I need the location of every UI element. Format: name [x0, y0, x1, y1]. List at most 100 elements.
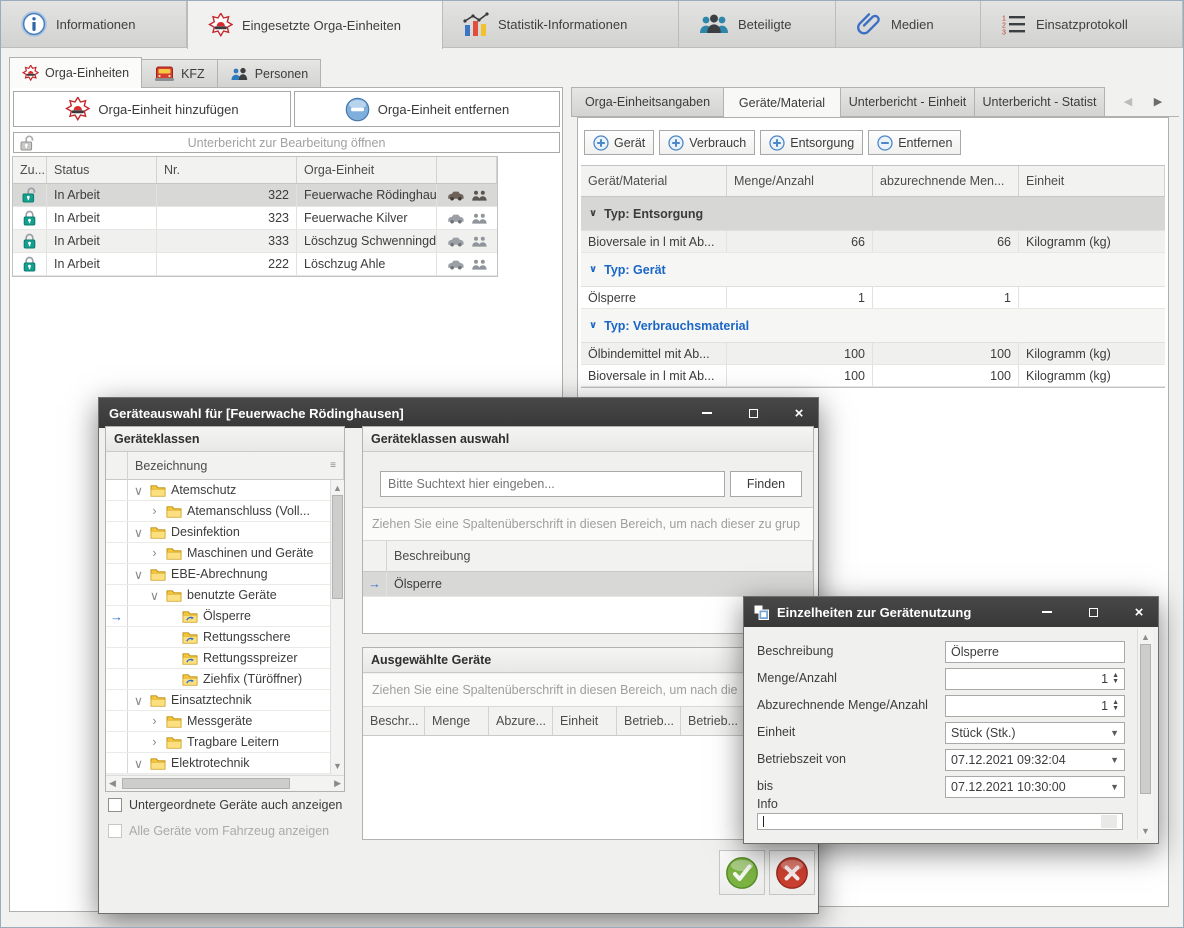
- main-tab-medien[interactable]: Medien: [836, 1, 981, 47]
- minimize-icon[interactable]: [1028, 597, 1066, 627]
- add-orga-unit-button[interactable]: Orga-Einheit hinzufügen: [13, 91, 291, 127]
- collapse-icon[interactable]: ∨: [132, 483, 145, 498]
- expand-icon[interactable]: ›: [148, 735, 161, 749]
- group-row-typ-entsorgung[interactable]: ∨Typ: Entsorgung: [581, 197, 1165, 231]
- column-header[interactable]: [437, 157, 497, 183]
- main-tab-informationen[interactable]: Informationen: [1, 1, 187, 47]
- column-header[interactable]: Gerät/Material: [581, 166, 727, 196]
- detail-tab-unterbericht-statist[interactable]: Unterbericht - Statist: [975, 87, 1105, 117]
- chevron-down-icon[interactable]: ▼: [1110, 755, 1119, 765]
- group-row-typ-verbrauchsmaterial[interactable]: ∨Typ: Verbrauchsmaterial: [581, 309, 1165, 343]
- tree-vertical-scrollbar[interactable]: ▲ ▼: [330, 480, 344, 774]
- device-toolbar-button-verbrauch[interactable]: Verbrauch: [659, 130, 755, 155]
- search-input[interactable]: [380, 471, 725, 497]
- group-row-typ-gerät[interactable]: ∨Typ: Gerät: [581, 253, 1165, 287]
- info-input[interactable]: [757, 813, 1123, 830]
- spin-down-icon[interactable]: ▼: [1112, 706, 1119, 712]
- find-button[interactable]: Finden: [730, 471, 802, 497]
- spinner-icons[interactable]: ▲▼: [1112, 673, 1119, 685]
- table-row[interactable]: Ölbindemittel mit Ab...100100Kilogramm (…: [581, 343, 1165, 365]
- column-header-2[interactable]: Abzure...: [489, 707, 553, 735]
- main-tab-eingesetzte-orga-einheiten[interactable]: Eingesetzte Orga-Einheiten: [187, 1, 443, 49]
- ok-button[interactable]: [719, 850, 765, 895]
- cancel-button[interactable]: [769, 850, 815, 895]
- device-toolbar-button-entsorgung[interactable]: Entsorgung: [760, 130, 863, 155]
- close-icon[interactable]: ×: [1120, 597, 1158, 627]
- expand-icon[interactable]: ›: [148, 504, 161, 518]
- chevron-down-icon[interactable]: ▼: [1110, 782, 1119, 792]
- scroll-up-icon[interactable]: ▲: [1138, 629, 1153, 645]
- tab-scroll-left-icon[interactable]: ◀: [1119, 95, 1137, 108]
- sub-tab-personen[interactable]: Personen: [218, 59, 322, 88]
- chevron-down-icon[interactable]: ▼: [1110, 728, 1119, 738]
- maximize-icon[interactable]: [734, 398, 772, 428]
- main-tab-einsatzprotokoll[interactable]: 123Einsatzprotokoll: [981, 1, 1183, 47]
- selection-row-ölsperre[interactable]: →Ölsperre: [363, 572, 813, 597]
- close-icon[interactable]: ×: [780, 398, 818, 428]
- tree-row-benutzte-geräte[interactable]: ∨benutzte Geräte: [106, 585, 344, 606]
- device-toolbar-button-gerät[interactable]: Gerät: [584, 130, 654, 155]
- collapse-icon[interactable]: ∨: [132, 693, 145, 708]
- tree-row-rettungsschere[interactable]: Rettungsschere: [106, 627, 344, 648]
- main-tab-statistik-informationen[interactable]: Statistik-Informationen: [443, 1, 679, 47]
- spin-down-icon[interactable]: ▼: [1112, 679, 1119, 685]
- scroll-up-icon[interactable]: ▲: [330, 480, 345, 496]
- field-abzurechnende-menge-anzahl-spinner[interactable]: 1▲▼: [945, 695, 1125, 717]
- collapse-icon[interactable]: ∨: [132, 756, 145, 771]
- tree-row-rettungsspreizer[interactable]: Rettungsspreizer: [106, 648, 344, 669]
- sub-tab-orga-einheiten[interactable]: Orga-Einheiten: [9, 57, 142, 88]
- column-header[interactable]: Zu...: [13, 157, 47, 183]
- tree-row-ölsperre[interactable]: →Ölsperre: [106, 606, 344, 627]
- tree-row-messgeräte[interactable]: ›Messgeräte: [106, 711, 344, 732]
- tree-column-header[interactable]: Bezeichnung ≡: [128, 452, 344, 479]
- scrollbar-thumb[interactable]: [122, 778, 290, 789]
- field-betriebszeit-von-dropdown[interactable]: 07.12.2021 09:32:04▼: [945, 749, 1125, 771]
- scroll-down-icon[interactable]: ▼: [330, 758, 345, 774]
- table-row[interactable]: In Arbeit323Feuerwache Kilver: [13, 207, 497, 230]
- field-einheit-dropdown[interactable]: Stück (Stk.)▼: [945, 722, 1125, 744]
- column-header[interactable]: abzurechnende Men...: [873, 166, 1019, 196]
- tree-row-desinfektion[interactable]: ∨Desinfektion: [106, 522, 344, 543]
- detail-tab-orga-einheitsangaben[interactable]: Orga-Einheitsangaben: [571, 87, 724, 117]
- scrollbar-thumb[interactable]: [1140, 644, 1151, 794]
- scrollbar-thumb[interactable]: [332, 495, 343, 599]
- table-row[interactable]: Bioversale in l mit Ab...100100Kilogramm…: [581, 365, 1165, 387]
- remove-orga-unit-button[interactable]: Orga-Einheit entfernen: [294, 91, 560, 127]
- tree-horizontal-scrollbar[interactable]: ◀ ▶: [106, 775, 344, 791]
- collapse-icon[interactable]: ∨: [148, 588, 161, 603]
- table-row[interactable]: In Arbeit333Löschzug Schwenningdorf: [13, 230, 497, 253]
- main-tab-beteiligte[interactable]: Beteiligte: [679, 1, 836, 47]
- show-child-devices-checkbox[interactable]: Untergeordnete Geräte auch anzeigen: [108, 798, 342, 812]
- scroll-right-icon[interactable]: ▶: [331, 775, 344, 792]
- tree-row-elektrotechnik[interactable]: ∨Elektrotechnik: [106, 753, 344, 774]
- detail-tab-geräte-material[interactable]: Geräte/Material: [724, 87, 841, 117]
- minimize-icon[interactable]: [688, 398, 726, 428]
- tree-row-einsatztechnik[interactable]: ∨Einsatztechnik: [106, 690, 344, 711]
- spinner-icons[interactable]: ▲▼: [1112, 700, 1119, 712]
- tree-row-ebe-abrechnung[interactable]: ∨EBE-Abrechnung: [106, 564, 344, 585]
- beschreibung-column-header[interactable]: Beschreibung: [387, 541, 813, 571]
- tree-row-atemanschluss-voll[interactable]: ›Atemanschluss (Voll...: [106, 501, 344, 522]
- column-header[interactable]: Orga-Einheit: [297, 157, 437, 183]
- field-bis-dropdown[interactable]: 07.12.2021 10:30:00▼: [945, 776, 1125, 798]
- scroll-left-icon[interactable]: ◀: [106, 775, 119, 792]
- column-header[interactable]: Einheit: [1019, 166, 1165, 196]
- table-row[interactable]: Bioversale in l mit Ab...6666Kilogramm (…: [581, 231, 1165, 253]
- column-header-1[interactable]: Menge: [425, 707, 489, 735]
- tree-row-tragbare-leitern[interactable]: ›Tragbare Leitern: [106, 732, 344, 753]
- column-header-3[interactable]: Einheit: [553, 707, 617, 735]
- column-header-0[interactable]: Beschr...: [363, 707, 425, 735]
- maximize-icon[interactable]: [1074, 597, 1112, 627]
- collapse-icon[interactable]: ∨: [132, 567, 145, 582]
- device-toolbar-button-entfernen[interactable]: Entfernen: [868, 130, 961, 155]
- open-subreport-button[interactable]: Unterbericht zur Bearbeitung öffnen: [13, 132, 560, 153]
- table-row[interactable]: Ölsperre11: [581, 287, 1165, 309]
- details-vertical-scrollbar[interactable]: ▲ ▼: [1137, 629, 1153, 839]
- field-menge-anzahl-spinner[interactable]: 1▲▼: [945, 668, 1125, 690]
- expand-icon[interactable]: ›: [148, 714, 161, 728]
- field-beschreibung-input[interactable]: Ölsperre: [945, 641, 1125, 663]
- sub-tab-kfz[interactable]: KFZ: [142, 59, 218, 88]
- collapse-icon[interactable]: ∨: [132, 525, 145, 540]
- tree-row-atemschutz[interactable]: ∨Atemschutz: [106, 480, 344, 501]
- column-header[interactable]: Nr.: [157, 157, 297, 183]
